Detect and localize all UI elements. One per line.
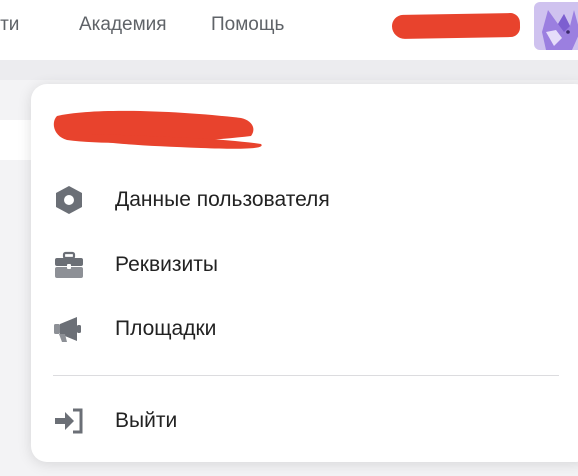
briefcase-icon xyxy=(55,251,83,278)
menu-divider xyxy=(53,375,559,376)
menu-item-label: Реквизиты xyxy=(115,253,218,276)
redacted-account-name xyxy=(391,12,521,40)
hexagon-settings-icon xyxy=(56,186,82,214)
menu-item-label: Площадки xyxy=(115,317,217,340)
redacted-user-name xyxy=(53,110,262,149)
top-navigation: ости Академия Помощь xyxy=(0,0,578,60)
page-background xyxy=(0,60,578,80)
logout-button[interactable]: Выйти xyxy=(31,394,578,448)
logout-label: Выйти xyxy=(115,409,178,432)
nav-link-help[interactable]: Помощь xyxy=(211,14,284,36)
logout-icon xyxy=(55,408,83,434)
user-menu-dropdown: Данные пользователя Реквизиты Площадки В… xyxy=(31,84,578,462)
nav-link-academy[interactable]: Академия xyxy=(79,14,167,36)
avatar[interactable] xyxy=(534,2,578,50)
menu-item-requisites[interactable]: Реквизиты xyxy=(31,238,578,292)
menu-item-platforms[interactable]: Площадки xyxy=(31,302,578,356)
nav-link-news[interactable]: ости xyxy=(0,14,19,36)
fox-avatar-icon xyxy=(542,10,578,50)
megaphone-icon xyxy=(54,317,81,342)
menu-item-user-data[interactable]: Данные пользователя xyxy=(31,173,578,227)
page: ости Академия Помощь Данные пользователя xyxy=(0,0,578,476)
menu-item-label: Данные пользователя xyxy=(115,188,330,211)
